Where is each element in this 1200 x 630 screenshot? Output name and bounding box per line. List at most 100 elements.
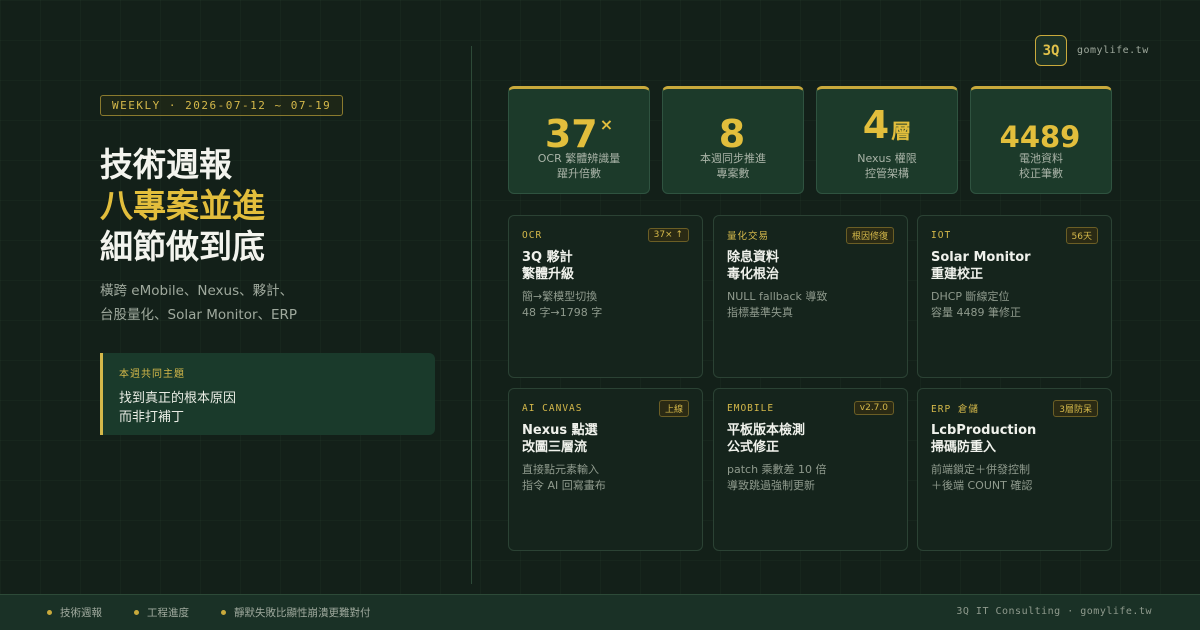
card-title: Nexus 點選 改圖三層流 <box>522 422 689 456</box>
headline-line-2: 八專案並進 <box>100 186 265 225</box>
card-description: 直接點元素輸入 指令 AI 回寫畫布 <box>522 462 689 494</box>
theme-label: 本週共同主題 <box>119 369 185 380</box>
stat-label-line: 控管架構 <box>865 167 909 180</box>
card-description: NULL fallback 導致 指標基準失真 <box>727 289 894 321</box>
stat-label: Nexus 權限 控管架構 <box>817 151 957 181</box>
card-badge: v2.7.0 <box>853 401 894 415</box>
theme-line-1: 找到真正的根本原因 <box>119 391 237 406</box>
stat-label-line: 專案數 <box>716 167 750 180</box>
card-description: 簡→繁模型切換 48 字→1798 字 <box>522 289 689 321</box>
card-description: patch 乘數差 10 倍 導致跳過強制更新 <box>727 462 894 494</box>
card-desc-line: 直接點元素輸入 <box>522 463 599 476</box>
bullet-dot-icon <box>134 610 139 615</box>
stat-value: 8 <box>663 101 803 156</box>
footer-tag-label: 靜默失敗比顯性崩潰更難對付 <box>234 607 371 619</box>
footer-credit: 3Q IT Consulting · gomylife.tw <box>956 606 1152 617</box>
brand-logo: 3Q <box>1035 35 1067 66</box>
card-desc-line: 指標基準失真 <box>727 306 793 319</box>
card-title: 3Q 夥計 繁體升級 <box>522 249 689 283</box>
stat-value: 4489 <box>971 101 1111 154</box>
card-desc-line: 指令 AI 回寫畫布 <box>522 479 606 492</box>
card-header: AI CANVAS 上線 <box>522 399 689 417</box>
card-title-line: 重建校正 <box>931 267 984 282</box>
stat-label: 電池資料 校正筆數 <box>971 151 1111 181</box>
project-card-ocr: OCR 37× ↑ 3Q 夥計 繁體升級 簡→繁模型切換 48 字→1798 字 <box>508 215 703 378</box>
brand-url: gomylife.tw <box>1077 45 1149 56</box>
column-divider <box>471 46 472 584</box>
card-title-line: LcbProduction <box>931 423 1037 438</box>
weekly-theme-callout: 本週共同主題 找到真正的根本原因 而非打補丁 <box>100 353 435 435</box>
card-header: ERP 倉儲 3層防呆 <box>931 399 1098 417</box>
stat-label: OCR 繁體辨識量 躍升倍數 <box>509 151 649 181</box>
project-card-iot: IOT 56天 Solar Monitor 重建校正 DHCP 斷線定位 容量 … <box>917 215 1112 378</box>
card-category: AI CANVAS <box>522 402 583 414</box>
card-desc-line: NULL fallback 導致 <box>727 290 828 303</box>
project-summary: 橫跨 eMobile、Nexus、夥計、 台股量化、Solar Monitor、… <box>100 279 440 327</box>
stat-label-line: 電池資料 <box>1019 152 1063 165</box>
card-desc-line: DHCP 斷線定位 <box>931 290 1010 303</box>
stat-number: 8 <box>718 112 746 156</box>
card-title: 除息資料 毒化根治 <box>727 249 894 283</box>
project-card-emobile: EMOBILE v2.7.0 平板版本檢測 公式修正 patch 乘數差 10 … <box>713 388 908 551</box>
stat-value: 37 × <box>509 101 649 156</box>
card-title-line: 3Q 夥計 <box>522 250 573 265</box>
project-summary-line-2: 台股量化、Solar Monitor、ERP <box>100 307 298 323</box>
footer-tag-label: 技術週報 <box>60 607 102 619</box>
card-desc-line: 導致跳過強制更新 <box>727 479 815 492</box>
footer-tag: 工程進度 <box>134 605 189 620</box>
card-category: EMOBILE <box>727 402 775 414</box>
footer-tag-label: 工程進度 <box>147 607 189 619</box>
card-title-line: 掃碼防重入 <box>931 440 997 455</box>
card-badge: 3層防呆 <box>1053 399 1098 417</box>
bullet-dot-icon <box>47 610 52 615</box>
theme-line-2: 而非打補丁 <box>119 410 185 425</box>
card-title: 平板版本檢測 公式修正 <box>727 422 894 456</box>
card-title-line: 改圖三層流 <box>522 440 588 455</box>
bullet-dot-icon <box>221 610 226 615</box>
stat-label-line: 校正筆數 <box>1019 167 1063 180</box>
card-badge: 56天 <box>1065 226 1098 244</box>
card-header: 量化交易 根因修復 <box>727 226 894 244</box>
card-description: 前端鎖定＋併發控制 ＋後端 COUNT 確認 <box>931 462 1098 494</box>
card-category: 量化交易 <box>727 231 770 242</box>
stat-label-line: 本週同步推進 <box>700 152 766 165</box>
card-title-line: 除息資料 <box>727 250 780 265</box>
card-badge: 37× ↑ <box>647 228 689 242</box>
stat-number: 4 <box>862 103 890 147</box>
card-desc-line: 48 字→1798 字 <box>522 306 603 319</box>
card-header: EMOBILE v2.7.0 <box>727 400 894 416</box>
stat-label-line: OCR 繁體辨識量 <box>537 152 621 165</box>
card-badge: 上線 <box>658 399 689 417</box>
stat-suffix: 層 <box>891 119 912 143</box>
weekly-date-tag: WEEKLY · 2026-07-12 ~ 07-19 <box>100 95 344 116</box>
stat-label-line: 躍升倍數 <box>557 167 601 180</box>
card-description: DHCP 斷線定位 容量 4489 筆修正 <box>931 289 1098 321</box>
stat-card-battery-records: 4489 電池資料 校正筆數 <box>970 86 1112 194</box>
card-desc-line: 前端鎖定＋併發控制 <box>931 463 1030 476</box>
footer-tag: 技術週報 <box>47 605 102 620</box>
footer-bar: 技術週報 工程進度 靜默失敗比顯性崩潰更難對付 3Q IT Consulting… <box>0 594 1200 630</box>
card-desc-line: 簡→繁模型切換 <box>522 290 598 303</box>
brand: 3Q gomylife.tw <box>1035 35 1149 66</box>
card-category: ERP 倉儲 <box>931 404 979 415</box>
project-summary-line-1: 橫跨 eMobile、Nexus、夥計、 <box>100 283 294 299</box>
stat-value: 4層 <box>817 101 957 149</box>
headline-line-1: 技術週報 <box>100 145 232 184</box>
card-category: OCR <box>522 229 543 241</box>
card-title: LcbProduction 掃碼防重入 <box>931 422 1098 456</box>
stat-card-ocr: 37 × OCR 繁體辨識量 躍升倍數 <box>508 86 650 194</box>
card-title-line: 毒化根治 <box>727 267 780 282</box>
stat-card-permission-layers: 4層 Nexus 權限 控管架構 <box>816 86 958 194</box>
card-badge: 根因修復 <box>845 226 894 244</box>
stat-card-projects: 8 本週同步推進 專案數 <box>662 86 804 194</box>
card-title-line: Nexus 點選 <box>522 423 598 438</box>
stat-number: 37 <box>544 112 598 156</box>
card-category: IOT <box>931 229 952 241</box>
card-desc-line: ＋後端 COUNT 確認 <box>931 479 1033 492</box>
card-title-line: 公式修正 <box>727 440 780 455</box>
project-card-erp-warehouse: ERP 倉儲 3層防呆 LcbProduction 掃碼防重入 前端鎖定＋併發控… <box>917 388 1112 551</box>
stat-label: 本週同步推進 專案數 <box>663 151 803 181</box>
headline: 技術週報 八專案並進 細節做到底 <box>100 144 440 267</box>
stat-number: 4489 <box>999 120 1081 154</box>
footer-tag: 靜默失敗比顯性崩潰更難對付 <box>221 605 371 620</box>
